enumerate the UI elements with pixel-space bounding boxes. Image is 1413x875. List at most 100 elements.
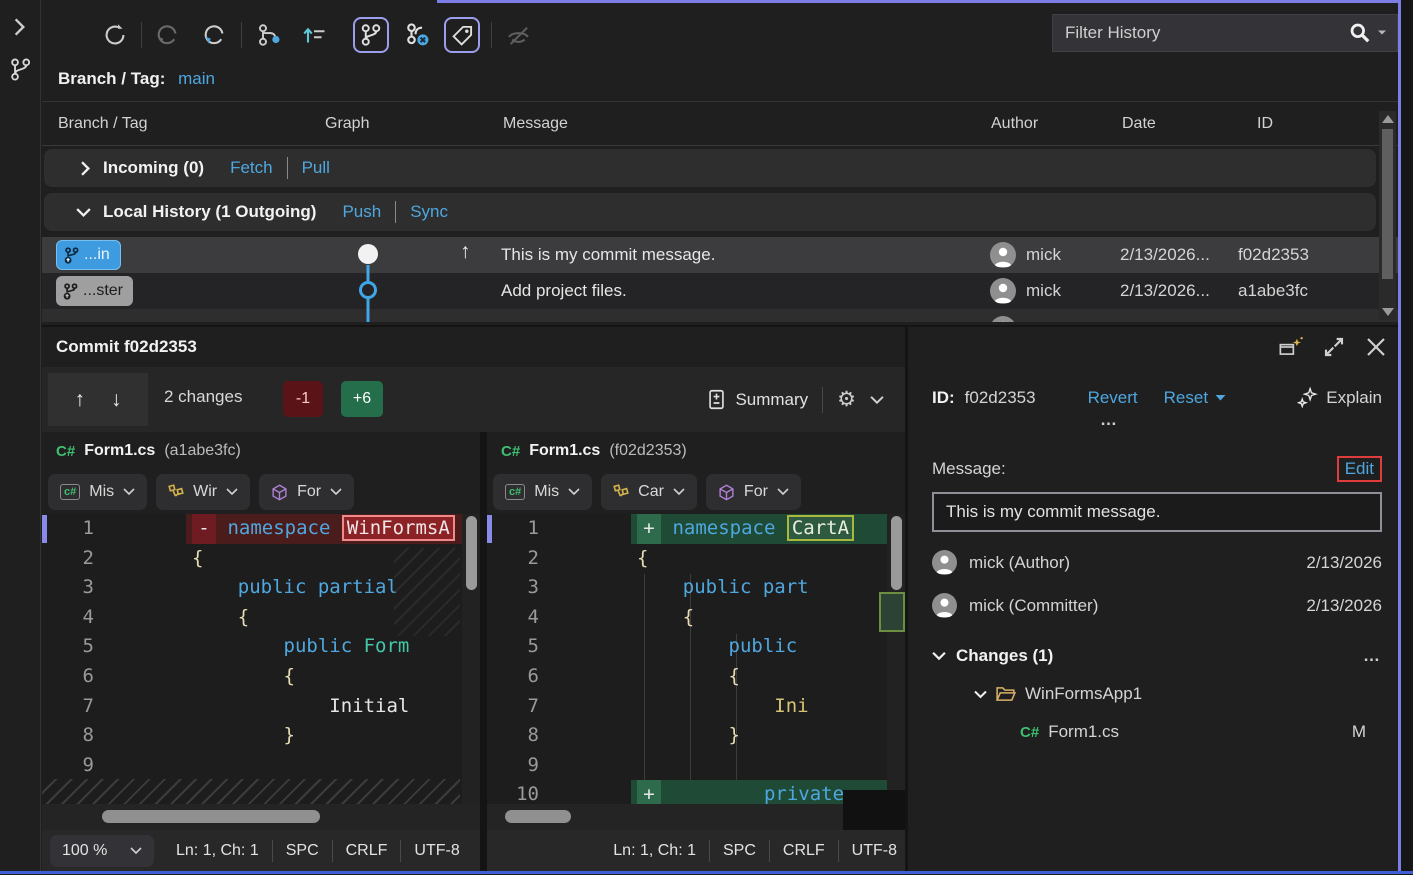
history-scrollbar[interactable] [1379, 111, 1396, 320]
show-commit-graph-button[interactable] [353, 17, 389, 53]
summary-button[interactable]: Summary [707, 389, 808, 410]
explain-label: Explain [1326, 388, 1382, 408]
line-ending[interactable]: CRLF [346, 842, 388, 860]
col-author[interactable]: Author [991, 115, 1038, 133]
compare-commits-button[interactable] [400, 17, 436, 53]
code-line-text: Ini [631, 692, 905, 722]
float-window-icon[interactable] [1278, 335, 1304, 359]
sync-link[interactable]: Sync [410, 202, 448, 222]
changed-file-row[interactable]: C# Form1.cs M [1020, 722, 1382, 742]
line-number: 4 [42, 603, 94, 633]
expand-panel-icon[interactable] [13, 18, 26, 36]
new-horizontal-scrollbar[interactable] [487, 804, 905, 830]
fetch-button [149, 17, 185, 53]
filter-history-input[interactable] [1063, 22, 1349, 44]
push-link[interactable]: Push [342, 202, 381, 222]
old-vertical-scrollbar[interactable] [462, 514, 480, 804]
edit-message-link[interactable]: Edit [1337, 456, 1382, 482]
search-icon[interactable] [1349, 22, 1371, 44]
reset-link[interactable]: Reset [1164, 388, 1208, 408]
scrollbar-thumb[interactable] [505, 810, 571, 823]
scroll-up-icon[interactable] [1382, 115, 1394, 123]
diff-editor-old[interactable]: C# Form1.cs (a1abe3fc) c# Mis Wir For [42, 432, 480, 871]
code-line: 3 public part [487, 573, 905, 603]
commit-row[interactable]: ...ster Add project files. mick 2/13/202… [42, 273, 1398, 309]
chevron-down-icon[interactable] [932, 651, 946, 661]
editor-splitter[interactable] [480, 432, 487, 871]
incoming-section-row[interactable]: Incoming (0) Fetch Pull [44, 149, 1376, 187]
maximize-icon[interactable] [1322, 335, 1346, 359]
col-id[interactable]: ID [1257, 115, 1273, 133]
scrollbar-thumb[interactable] [102, 810, 320, 823]
chevron-down-icon [777, 488, 789, 496]
breadcrumb-class-dropdown[interactable]: For [259, 474, 354, 510]
diff-editor-new[interactable]: C# Form1.cs (f02d2353) c# Mis Car For [487, 432, 905, 871]
new-status-bar: Ln: 1, Ch: 1 SPC CRLF UTF-8 [487, 830, 905, 871]
chevron-down-icon[interactable] [76, 207, 91, 218]
pull-link[interactable]: Pull [302, 158, 330, 178]
refresh-button[interactable] [97, 17, 133, 53]
gear-icon[interactable]: ⚙ [837, 389, 856, 410]
close-icon[interactable] [1364, 335, 1388, 359]
changes-section-header[interactable]: Changes (1) … [932, 646, 1382, 666]
zoom-select[interactable]: 100 % [50, 835, 154, 867]
search-options-chevron-icon[interactable] [1377, 29, 1387, 37]
breadcrumb-class-dropdown[interactable]: For [706, 474, 801, 510]
current-branch-link[interactable]: main [178, 69, 215, 88]
line-number: 8 [42, 721, 94, 751]
code-line-text [186, 751, 480, 781]
encoding[interactable]: UTF-8 [852, 842, 897, 860]
revert-link[interactable]: Revert [1088, 388, 1138, 408]
old-code-area[interactable]: 1- namespace WinFormsA2{3 public partial… [42, 514, 480, 804]
indent-mode[interactable]: SPC [723, 842, 756, 860]
line-number: 2 [487, 544, 539, 574]
git-branch-icon[interactable] [9, 58, 32, 81]
pull-button[interactable] [196, 17, 232, 53]
namespace-icon [613, 484, 629, 500]
col-date[interactable]: Date [1122, 115, 1156, 133]
indent-mode[interactable]: SPC [286, 842, 319, 860]
csharp-icon: C# [56, 443, 75, 460]
avatar [990, 278, 1016, 304]
commit-message-input[interactable] [932, 492, 1382, 532]
new-branch-button[interactable] [251, 17, 287, 53]
commit-row-clipped[interactable]: Add .gitattributes and .gitignore. [42, 309, 1398, 322]
col-graph[interactable]: Graph [325, 115, 369, 133]
breadcrumb-namespace-dropdown[interactable]: Wir [156, 474, 250, 510]
new-vertical-scrollbar[interactable] [887, 514, 905, 804]
scrollbar-thumb[interactable] [466, 516, 477, 590]
encoding[interactable]: UTF-8 [414, 842, 459, 860]
deletions-badge: -1 [283, 381, 323, 417]
line-ending[interactable]: CRLF [783, 842, 825, 860]
branch-badge[interactable]: ...ster [56, 276, 133, 306]
scrollbar-thumb[interactable] [891, 516, 902, 590]
toolbar-chevron-down-icon[interactable] [870, 395, 884, 405]
commit-row-selected[interactable]: ...in ↑ This is my commit message. mick … [42, 237, 1398, 273]
more-actions-button[interactable]: … [1100, 410, 1382, 430]
branch-badge[interactable]: ...in [56, 240, 121, 270]
outgoing-commits-button[interactable] [296, 17, 332, 53]
show-tags-button[interactable] [444, 17, 480, 53]
col-branch-tag[interactable]: Branch / Tag [58, 115, 148, 133]
commit-message: Add project files. [501, 281, 627, 301]
breadcrumb-namespace-dropdown[interactable]: Car [601, 474, 697, 510]
col-message[interactable]: Message [503, 115, 568, 133]
new-code-area[interactable]: 1+ namespace CartA2{3 public part4 {5 pu… [487, 514, 905, 804]
explain-button[interactable]: Explain [1297, 387, 1382, 408]
chevron-down-icon[interactable] [974, 690, 987, 699]
commit-id: a1abe3fc [1238, 281, 1308, 301]
summary-label: Summary [735, 390, 808, 410]
local-history-section-row[interactable]: Local History (1 Outgoing) Push Sync [44, 193, 1376, 231]
next-change-arrow-icon[interactable]: ↓ [111, 388, 122, 412]
scrollbar-thumb[interactable] [1382, 129, 1393, 279]
old-horizontal-scrollbar[interactable] [42, 804, 480, 830]
changes-more-button[interactable]: … [1363, 646, 1382, 666]
breadcrumb-project-dropdown[interactable]: c# Mis [493, 474, 592, 510]
breadcrumb-project-dropdown[interactable]: c# Mis [48, 474, 147, 510]
changed-folder-row[interactable]: WinFormsApp1 [974, 684, 1382, 704]
chevron-right-icon[interactable] [80, 161, 91, 176]
fetch-link[interactable]: Fetch [230, 158, 273, 178]
reset-dropdown-icon[interactable] [1215, 394, 1226, 402]
previous-change-arrow-icon[interactable]: ↑ [75, 388, 86, 412]
scroll-down-icon[interactable] [1382, 308, 1394, 316]
